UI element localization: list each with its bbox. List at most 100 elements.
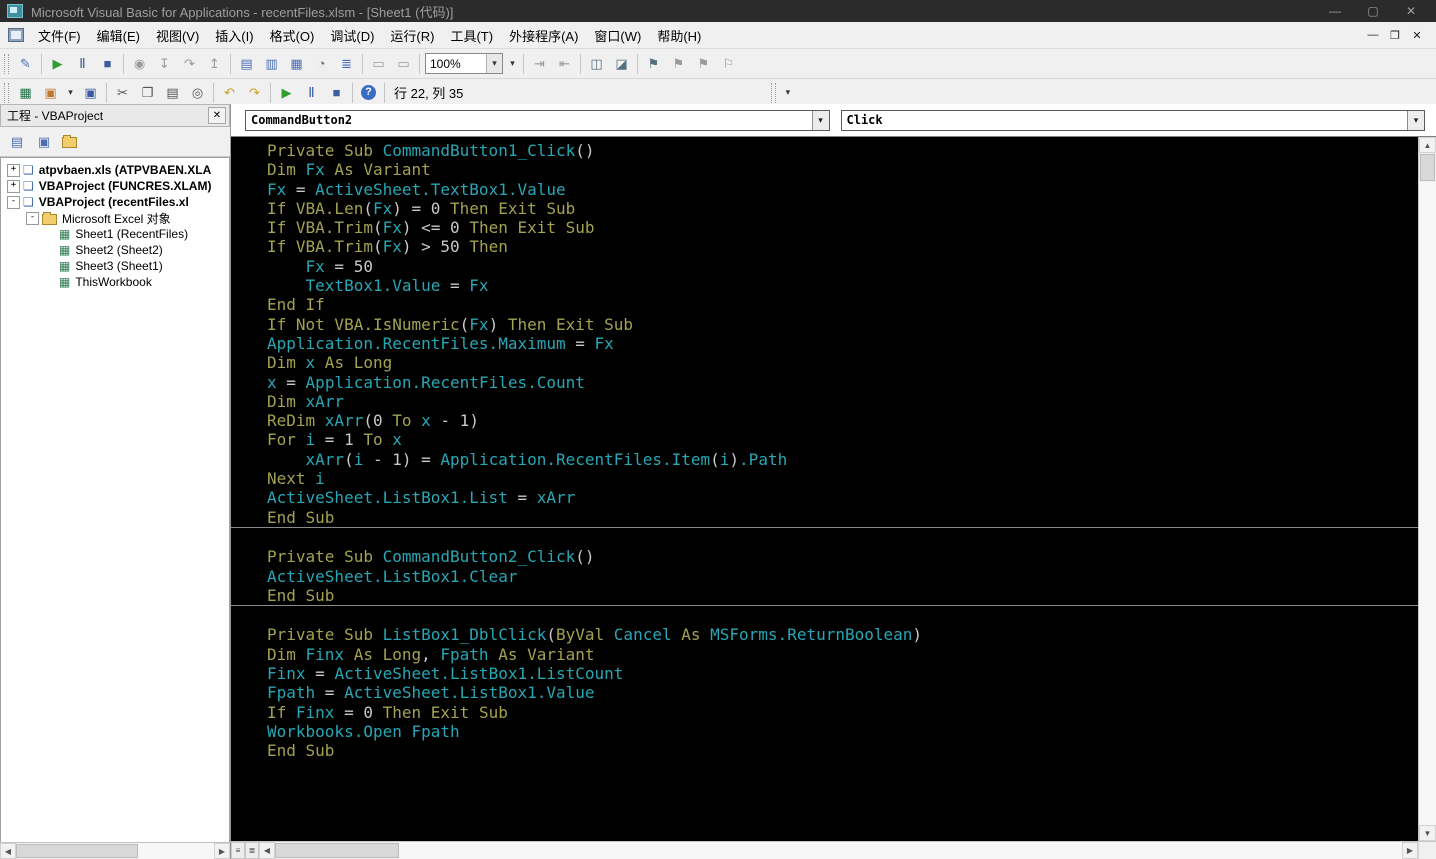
procedure-view-button[interactable]: ≡	[231, 842, 245, 859]
list-properties-button[interactable]: ▭	[367, 53, 390, 75]
design-mode-button[interactable]: ✎	[14, 53, 37, 75]
menu-run[interactable]: 运行(R)	[382, 22, 442, 49]
tree-item-folder-excel-objects[interactable]: - Microsoft Excel 对象	[1, 210, 229, 226]
toolbar-overflow-dropdown[interactable]: ▾	[781, 83, 794, 103]
code-line[interactable]: x = Application.RecentFiles.Count	[231, 373, 1418, 392]
code-line[interactable]: If VBA.Len(Fx) = 0 Then Exit Sub	[231, 199, 1418, 218]
comment-block-button[interactable]: ◫	[585, 53, 608, 75]
reset-button-standard[interactable]: ■	[325, 82, 348, 104]
scroll-left-button[interactable]: ◀	[0, 843, 16, 859]
toggle-bookmark-button[interactable]: ⚑	[642, 53, 665, 75]
code-line[interactable]: Next i	[231, 469, 1418, 488]
child-restore-button[interactable]: ❐	[1384, 26, 1406, 44]
code-vertical-scrollbar[interactable]: ▲ ▼	[1418, 137, 1436, 841]
menu-insert[interactable]: 插入(I)	[207, 22, 261, 49]
code-line[interactable]: If Finx = 0 Then Exit Sub	[231, 703, 1418, 722]
code-line[interactable]: TextBox1.Value = Fx	[231, 276, 1418, 295]
child-close-button[interactable]: ✕	[1406, 26, 1428, 44]
quick-info-button[interactable]: ▭	[392, 53, 415, 75]
run-button[interactable]: ▶	[46, 53, 69, 75]
menu-file[interactable]: 文件(F)	[30, 22, 89, 49]
break-button-standard[interactable]: Ⅱ	[300, 82, 323, 104]
close-button[interactable]: ✕	[1392, 1, 1430, 21]
indent-button[interactable]: ⇥	[528, 53, 551, 75]
reset-button[interactable]: ■	[96, 53, 119, 75]
scrollbar-thumb[interactable]	[16, 844, 138, 858]
zoom-combo-dropdown[interactable]: ▾	[506, 54, 519, 74]
object-dropdown-arrow-icon[interactable]: ▾	[811, 110, 829, 130]
toolbar-grip[interactable]	[771, 82, 777, 103]
tree-item-project-funcres[interactable]: + ❏ VBAProject (FUNCRES.XLAM)	[1, 178, 229, 194]
horizontal-scrollbar-thumb[interactable]	[275, 843, 399, 858]
save-button[interactable]: ▣	[79, 82, 102, 104]
tree-item-project-recentfiles[interactable]: - ❏ VBAProject (recentFiles.xl	[1, 194, 229, 210]
code-line[interactable]: End Sub	[231, 741, 1418, 760]
tree-expander-icon[interactable]: -	[26, 211, 39, 225]
quick-watch-button[interactable]: ◔	[310, 53, 333, 75]
break-button[interactable]: Ⅱ	[71, 53, 94, 75]
copy-button[interactable]: ❐	[136, 82, 159, 104]
tree-item-sheet1[interactable]: ▦ Sheet1 (RecentFiles)	[1, 226, 229, 242]
code-line[interactable]: Dim Fx As Variant	[231, 160, 1418, 179]
code-line[interactable]: Private Sub CommandButton2_Click()	[231, 547, 1418, 566]
scroll-up-button[interactable]: ▲	[1419, 137, 1436, 153]
code-line[interactable]: Dim Finx As Long, Fpath As Variant	[231, 645, 1418, 664]
code-line[interactable]: Private Sub ListBox1_DblClick(ByVal Canc…	[231, 625, 1418, 644]
locals-window-button[interactable]: ▤	[235, 53, 258, 75]
help-button[interactable]: ?	[357, 82, 380, 104]
toolbar-grip[interactable]	[4, 53, 9, 74]
menu-window[interactable]: 窗口(W)	[586, 22, 649, 49]
horizontal-scrollbar-track[interactable]	[399, 842, 1402, 859]
tree-item-sheet3[interactable]: ▦ Sheet3 (Sheet1)	[1, 258, 229, 274]
code-line[interactable]: Fpath = ActiveSheet.ListBox1.Value	[231, 683, 1418, 702]
view-excel-button[interactable]: ▦	[14, 82, 37, 104]
zoom-combo-arrow-icon[interactable]: ▾	[486, 54, 502, 73]
code-line[interactable]: End Sub	[231, 508, 1418, 527]
project-panel-close-button[interactable]: ✕	[208, 107, 226, 124]
full-module-view-button[interactable]: ≣	[245, 842, 259, 859]
project-horizontal-scrollbar[interactable]: ◀ ▶	[0, 842, 230, 859]
scroll-right-button[interactable]: ▶	[214, 843, 230, 859]
menu-debug[interactable]: 调试(D)	[322, 22, 382, 49]
tree-expander-icon[interactable]: +	[7, 163, 20, 177]
redo-button[interactable]: ↷	[243, 82, 266, 104]
step-out-button[interactable]: ↥	[203, 53, 226, 75]
call-stack-button[interactable]: ≣	[335, 53, 358, 75]
menu-help[interactable]: 帮助(H)	[649, 22, 709, 49]
undo-button[interactable]: ↶	[218, 82, 241, 104]
toggle-folders-button[interactable]	[59, 131, 83, 152]
tree-expander-icon[interactable]: +	[7, 179, 20, 193]
object-dropdown[interactable]: CommandButton2 ▾	[245, 109, 830, 131]
watch-window-button[interactable]: ▦	[285, 53, 308, 75]
insert-dropdown[interactable]: ▾	[64, 83, 77, 103]
scroll-right-button[interactable]: ▶	[1402, 842, 1418, 859]
next-bookmark-button[interactable]: ⚑	[667, 53, 690, 75]
step-over-button[interactable]: ↷	[178, 53, 201, 75]
code-line[interactable]: Application.RecentFiles.Maximum = Fx	[231, 334, 1418, 353]
code-line[interactable]: If VBA.Trim(Fx) <= 0 Then Exit Sub	[231, 218, 1418, 237]
find-button[interactable]: ◎	[186, 82, 209, 104]
menu-edit[interactable]: 编辑(E)	[89, 22, 148, 49]
vertical-scrollbar-track[interactable]	[1419, 182, 1436, 825]
code-line[interactable]: Workbooks.Open Fpath	[231, 722, 1418, 741]
tree-expander-icon[interactable]: -	[7, 195, 20, 209]
clear-bookmarks-button[interactable]: ⚐	[717, 53, 740, 75]
code-line[interactable]: Finx = ActiveSheet.ListBox1.ListCount	[231, 664, 1418, 683]
code-line[interactable]: End If	[231, 295, 1418, 314]
insert-userform-button[interactable]: ▣	[39, 82, 62, 104]
menu-format[interactable]: 格式(O)	[262, 22, 323, 49]
scroll-down-button[interactable]: ▼	[1419, 825, 1436, 841]
menu-addins[interactable]: 外接程序(A)	[501, 22, 586, 49]
code-line[interactable]: If Not VBA.IsNumeric(Fx) Then Exit Sub	[231, 315, 1418, 334]
uncomment-block-button[interactable]: ◪	[610, 53, 633, 75]
code-horizontal-scrollbar[interactable]: ≡ ≣ ◀ ▶	[231, 841, 1436, 859]
code-line[interactable]: ReDim xArr(0 To x - 1)	[231, 411, 1418, 430]
view-object-button[interactable]: ▣	[32, 131, 56, 152]
code-line[interactable]: Dim x As Long	[231, 353, 1418, 372]
run-button-standard[interactable]: ▶	[275, 82, 298, 104]
procedure-dropdown[interactable]: Click ▾	[840, 109, 1425, 131]
tree-item-thisworkbook[interactable]: ▦ ThisWorkbook	[1, 274, 229, 290]
outdent-button[interactable]: ⇤	[553, 53, 576, 75]
procedure-dropdown-arrow-icon[interactable]: ▾	[1407, 110, 1424, 130]
code-line[interactable]: xArr(i - 1) = Application.RecentFiles.It…	[231, 450, 1418, 469]
